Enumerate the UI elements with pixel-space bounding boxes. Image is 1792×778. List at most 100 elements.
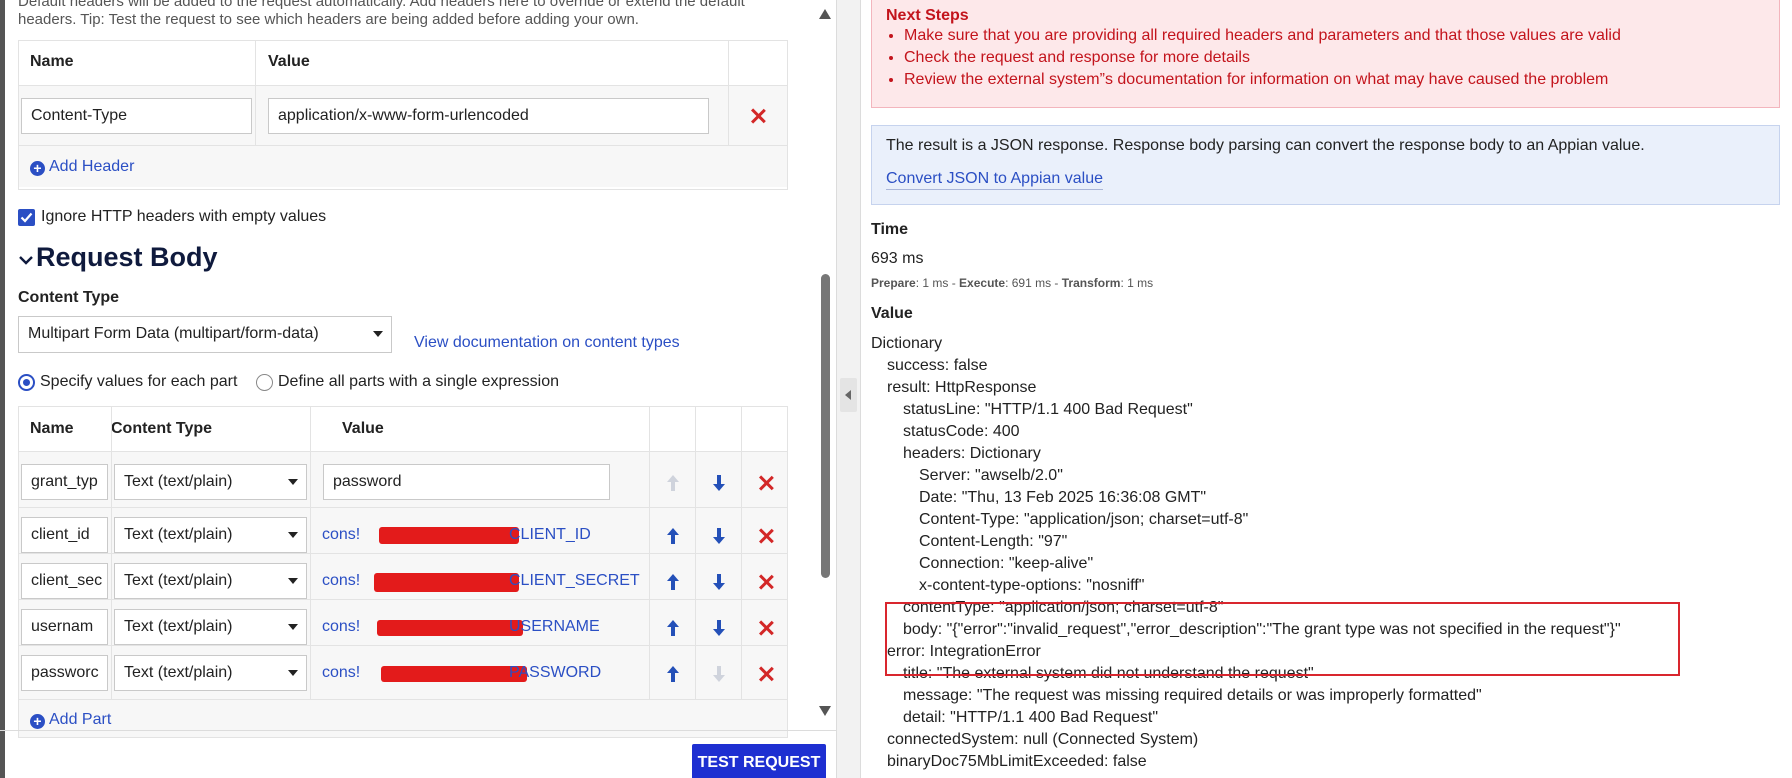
add-header-label: Add Header (49, 158, 135, 175)
delete-part-icon[interactable] (757, 573, 775, 591)
tree-line: binaryDoc75MbLimitExceeded: false (887, 753, 1147, 770)
prepare-label: Prepare (871, 276, 916, 290)
tree-line: contentType: "application/json; charset=… (903, 599, 1224, 616)
tree-line: x-content-type-options: "nosniff" (919, 577, 1145, 594)
part-content-type-value: Text (text/plain) (124, 526, 233, 543)
part-value-constant-prefix[interactable]: cons! (322, 664, 360, 682)
move-up-icon[interactable] (665, 573, 681, 591)
delete-part-icon[interactable] (757, 527, 775, 545)
part-content-type-value: Text (text/plain) (124, 618, 233, 635)
tree-line: Content-Length: "97" (919, 533, 1068, 550)
ignore-empty-headers-checkbox[interactable] (18, 209, 35, 226)
move-down-icon[interactable] (711, 573, 727, 591)
time-label: Time (871, 221, 909, 238)
tree-line: headers: Dictionary (903, 445, 1041, 462)
redaction-mark (374, 573, 519, 592)
view-docs-link[interactable]: View documentation on content types (414, 334, 680, 352)
request-body-title: Request Body (36, 242, 218, 272)
move-up-icon[interactable] (665, 619, 681, 637)
part-value-input[interactable]: password (323, 464, 610, 500)
test-result-pane: Next Steps Make sure that you are provid… (861, 0, 1792, 778)
move-down-icon[interactable] (711, 474, 727, 492)
headers-col-name: Name (30, 53, 74, 70)
parts-col-value: Value (342, 420, 384, 437)
delete-part-icon[interactable] (757, 474, 775, 492)
value-label: Value (871, 305, 913, 322)
move-down-icon[interactable] (711, 527, 727, 545)
move-up-icon (667, 475, 679, 491)
left-scrollbar-thumb[interactable] (821, 274, 830, 578)
parts-col-content-type: Content Type (111, 420, 213, 437)
tree-line: message: "The request was missing requir… (903, 687, 1482, 704)
part-content-type-select[interactable]: Text (text/plain) (114, 563, 307, 599)
result-value-tree: Dictionary success: false result: HttpRe… (871, 333, 1621, 773)
part-value-constant-prefix[interactable]: cons! (322, 572, 360, 590)
transform-value: : 1 ms (1120, 276, 1154, 290)
radio-single-expression[interactable] (256, 374, 273, 391)
part-name-input[interactable]: client_id (21, 517, 108, 553)
part-content-type-value: Text (text/plain) (124, 572, 233, 589)
delete-part-icon[interactable] (757, 665, 775, 683)
part-content-type-select[interactable]: Text (text/plain) (114, 464, 307, 500)
move-down-icon (713, 666, 725, 682)
tree-line: Server: "awselb/2.0" (919, 467, 1063, 484)
tree-line: connectedSystem: null (Connected System) (887, 731, 1199, 748)
caret-down-icon (288, 670, 298, 676)
redaction-mark (381, 666, 527, 682)
window-edge (0, 0, 5, 778)
plus-circle-icon: + (30, 714, 45, 729)
tree-line: statusCode: 400 (903, 423, 1020, 440)
add-part-label: Add Part (49, 711, 112, 728)
radio-specify-values-label: Specify values for each part (40, 373, 238, 390)
caret-down-icon (288, 624, 298, 630)
part-content-type-value: Text (text/plain) (124, 664, 233, 681)
tree-line: statusLine: "HTTP/1.1 400 Bad Request" (903, 401, 1193, 418)
caret-down-icon (288, 578, 298, 584)
content-type-select[interactable]: Multipart Form Data (multipart/form-data… (18, 316, 392, 353)
header-value-input[interactable]: application/x-www-form-urlencoded (268, 98, 709, 134)
execute-label: Execute (959, 276, 1006, 290)
delete-part-icon[interactable] (757, 619, 775, 637)
list-item: Make sure that you are providing all req… (904, 25, 1621, 47)
move-down-icon[interactable] (711, 619, 727, 637)
execute-value: : 691 ms - (1005, 276, 1062, 290)
delete-header-icon[interactable] (749, 107, 767, 125)
time-value: 693 ms (871, 250, 924, 267)
list-item: Review the external system”s documentati… (904, 69, 1621, 91)
part-value-constant-prefix[interactable]: cons! (322, 618, 360, 636)
part-name-input[interactable]: usernam (21, 609, 108, 645)
list-item: Check the request and response for more … (904, 47, 1621, 69)
part-name-input[interactable]: grant_typ (21, 464, 108, 500)
prepare-value: : 1 ms - (915, 276, 960, 290)
move-up-icon[interactable] (665, 665, 681, 683)
integration-editor-pane: Default headers will be added to the req… (0, 0, 836, 778)
collapse-pane-button[interactable] (840, 378, 857, 412)
tree-line: body: "{"error":"invalid_request","error… (903, 621, 1621, 638)
tree-line: detail: "HTTP/1.1 400 Bad Request" (903, 709, 1159, 726)
test-request-button[interactable]: TEST REQUEST (692, 744, 826, 778)
part-name-input[interactable]: passworc (21, 655, 108, 691)
headers-description-line-2: headers. Tip: Test the request to see wh… (18, 11, 639, 28)
footer-divider (0, 730, 836, 731)
right-scrollbar-track[interactable] (1780, 0, 1792, 778)
part-content-type-select[interactable]: Text (text/plain) (114, 655, 307, 691)
part-value-constant-suffix[interactable]: PASSWORD (509, 664, 601, 682)
add-header-link[interactable]: + Add Header (30, 158, 134, 176)
part-value-constant-suffix[interactable]: CLIENT_SECRET (509, 572, 640, 590)
header-name-input[interactable]: Content-Type (21, 98, 252, 134)
part-content-type-select[interactable]: Text (text/plain) (114, 517, 307, 553)
add-part-link[interactable]: + Add Part (30, 711, 111, 729)
scroll-down-icon[interactable] (818, 705, 832, 717)
part-name-input[interactable]: client_sec (21, 563, 108, 599)
content-type-label: Content Type (18, 289, 120, 306)
part-value-constant-suffix[interactable]: USERNAME (509, 618, 600, 636)
redaction-mark (377, 620, 523, 636)
part-content-type-select[interactable]: Text (text/plain) (114, 609, 307, 645)
move-up-icon[interactable] (665, 527, 681, 545)
part-value-constant-suffix[interactable]: CLIENT_ID (509, 526, 591, 544)
tree-line: Connection: "keep-alive" (919, 555, 1094, 572)
radio-specify-values[interactable] (18, 374, 35, 391)
convert-json-link[interactable]: Convert JSON to Appian value (886, 170, 1104, 190)
part-value-constant-prefix[interactable]: cons! (322, 526, 360, 544)
scroll-up-icon[interactable] (818, 8, 832, 20)
